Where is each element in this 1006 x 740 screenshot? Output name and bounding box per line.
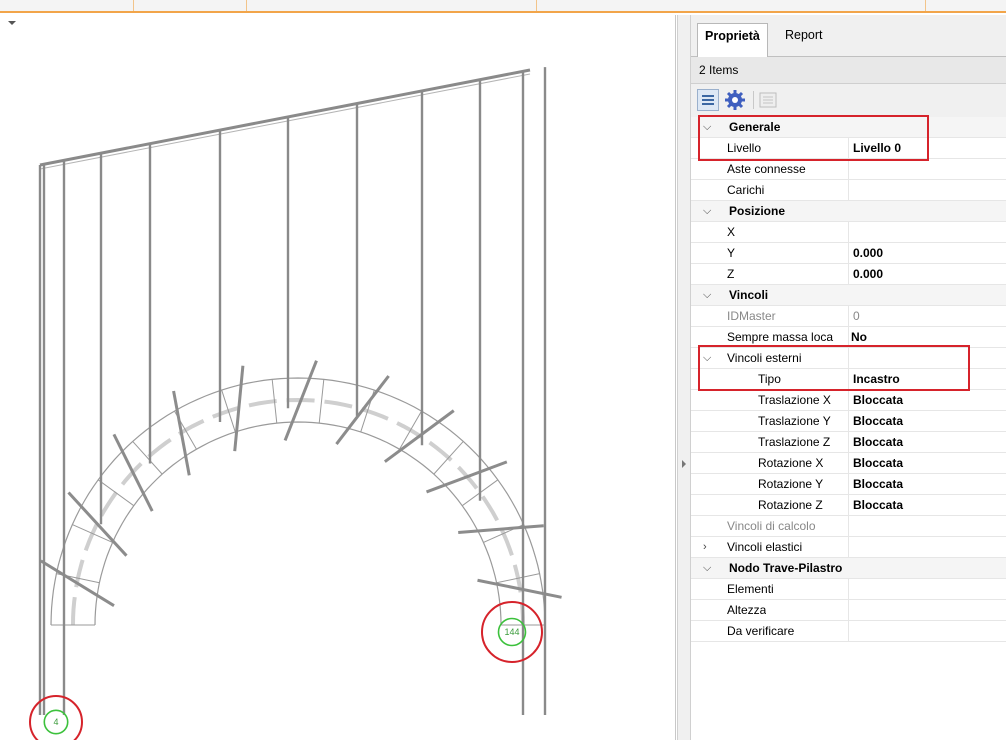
cross-member [425, 460, 508, 494]
gear-icon[interactable] [724, 89, 746, 111]
properties-toolbar [691, 84, 1006, 116]
category-vincoli[interactable]: ⌵ Vincoli [691, 285, 1006, 306]
ribbon-divider [246, 0, 247, 11]
support-node-right-label: 144 [504, 627, 519, 637]
property-value[interactable]: Bloccata [853, 495, 903, 516]
collapse-arrow-icon[interactable] [682, 460, 686, 468]
cross-member [112, 433, 154, 512]
chevron-right-icon[interactable]: › [703, 537, 707, 558]
ribbon-divider [133, 0, 134, 11]
subcategory-vincoli-elastici[interactable]: › Vincoli elastici [691, 537, 1006, 558]
ribbon-divider [925, 0, 926, 11]
category-posizione[interactable]: ⌵ Posizione [691, 201, 1006, 222]
top-beam-edge [39, 73, 531, 170]
cross-member [67, 491, 128, 557]
structure-drawing: 144 4 [29, 67, 562, 740]
property-name: Carichi [727, 183, 765, 197]
property-name: Rotazione Z [758, 498, 823, 512]
property-value[interactable]: Bloccata [853, 411, 903, 432]
property-value[interactable]: 0.000 [853, 243, 883, 264]
property-row-y[interactable]: Y 0.000 [691, 243, 1006, 264]
property-name: Vincoli di calcolo [727, 519, 816, 533]
property-value: 0 [853, 309, 860, 323]
property-name: Rotazione Y [758, 477, 824, 491]
property-row-rotazione-z[interactable]: Rotazione Z Bloccata [691, 495, 1006, 516]
property-value[interactable]: Bloccata [853, 390, 903, 411]
model-viewport[interactable]: 144 4 [0, 15, 676, 740]
chevron-down-icon[interactable]: ⌵ [703, 285, 711, 306]
property-name: Rotazione X [758, 456, 824, 470]
ribbon-divider [536, 0, 537, 11]
property-row-vincoli-calcolo[interactable]: Vincoli di calcolo [691, 516, 1006, 537]
property-row-rotazione-x[interactable]: Rotazione X Bloccata [691, 453, 1006, 474]
property-row-aste[interactable]: Aste connesse [691, 159, 1006, 180]
property-name: IDMaster [727, 309, 776, 323]
property-value[interactable]: 0.000 [853, 264, 883, 285]
property-name: Z [727, 267, 735, 281]
support-node-left-label: 4 [53, 717, 58, 727]
property-row-elementi[interactable]: Elementi [691, 579, 1006, 600]
property-name: X [727, 225, 736, 239]
chevron-down-icon[interactable]: ⌵ [703, 201, 711, 222]
property-row-idmaster[interactable]: IDMaster 0 [691, 306, 1006, 327]
arch-outer-edge [50, 377, 546, 626]
tab-properties[interactable]: Proprietà [697, 23, 768, 58]
category-title: Nodo Trave-Pilastro [729, 561, 843, 575]
property-name: Vincoli elastici [727, 540, 803, 554]
property-name: Altezza [727, 603, 767, 617]
property-value[interactable]: Bloccata [853, 453, 903, 474]
property-name: Traslazione Z [758, 435, 831, 449]
property-grid: ⌵ Generale Livello Livello 0 Aste connes… [691, 117, 1006, 740]
toolbar-separator [753, 91, 754, 109]
panel-splitter[interactable] [677, 15, 691, 740]
category-nodo[interactable]: ⌵ Nodo Trave-Pilastro [691, 558, 1006, 579]
grid-list-icon[interactable] [697, 89, 719, 111]
property-name: Elementi [727, 582, 774, 596]
property-value[interactable]: Bloccata [853, 474, 903, 495]
property-row-traslazione-z[interactable]: Traslazione Z Bloccata [691, 432, 1006, 453]
highlight-generale [698, 115, 929, 161]
arch-axis [71, 397, 525, 626]
property-name: Da verificare [727, 624, 795, 638]
tab-report[interactable]: Report [778, 23, 830, 49]
property-name: Aste connesse [727, 162, 806, 176]
property-row-z[interactable]: Z 0.000 [691, 264, 1006, 285]
property-name: Y [727, 246, 736, 260]
property-row-da-verificare[interactable]: Da verificare [691, 621, 1006, 642]
arch-segment [318, 379, 325, 424]
property-row-altezza[interactable]: Altezza [691, 600, 1006, 621]
arch-segment [97, 479, 135, 507]
category-title: Vincoli [729, 288, 769, 302]
selection-count: 2 Items [691, 57, 1006, 84]
property-value[interactable]: Bloccata [853, 432, 903, 453]
chevron-down-icon[interactable]: ⌵ [703, 558, 711, 579]
disabled-list-icon [757, 89, 779, 111]
highlight-vincoli-esterni [698, 345, 970, 391]
property-name: Traslazione X [758, 393, 831, 407]
panel-tabs: Proprietà Report [691, 15, 1006, 58]
property-row-traslazione-y[interactable]: Traslazione Y Bloccata [691, 411, 1006, 432]
property-name: Traslazione Y [758, 414, 831, 428]
top-beam [39, 68, 531, 167]
properties-panel: Proprietà Report 2 Items ⌵ Generale Live… [691, 15, 1006, 740]
property-row-traslazione-x[interactable]: Traslazione X Bloccata [691, 390, 1006, 411]
property-row-x[interactable]: X [691, 222, 1006, 243]
category-title: Posizione [729, 204, 786, 218]
property-row-rotazione-y[interactable]: Rotazione Y Bloccata [691, 474, 1006, 495]
ribbon-strip [0, 0, 1006, 13]
property-row-carichi[interactable]: Carichi [691, 180, 1006, 201]
